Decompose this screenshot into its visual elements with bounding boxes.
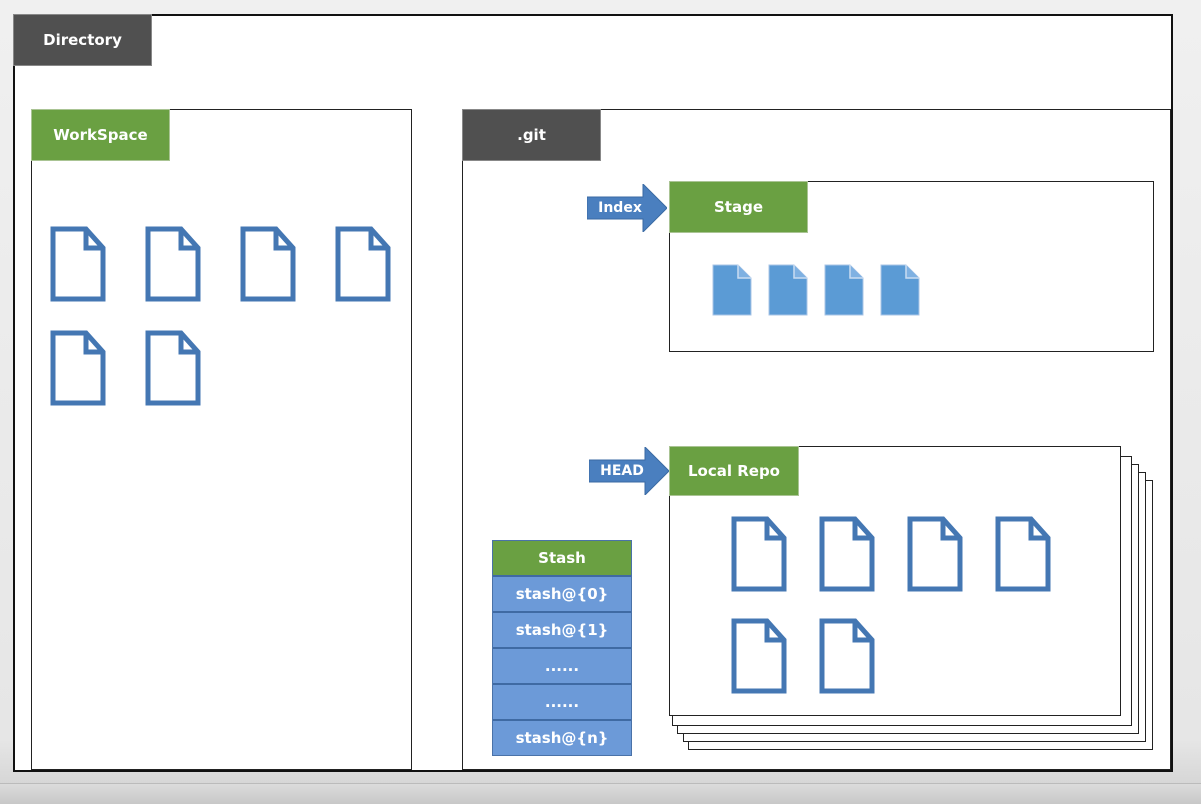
file-outline-icon — [240, 226, 296, 302]
stash-entry[interactable]: stash@{1} — [493, 611, 631, 647]
stash-entry[interactable]: stash@{n} — [493, 719, 631, 755]
file-outline-icon — [907, 516, 963, 592]
index-pointer-label: Index — [598, 200, 642, 216]
file-outline-icon — [50, 226, 106, 302]
file-outline-icon — [731, 516, 787, 592]
file-outline-icon — [145, 226, 201, 302]
workspace-panel — [31, 109, 412, 770]
stash-header: Stash — [493, 541, 631, 575]
file-outline-icon — [145, 330, 201, 406]
local-repo-label: Local Repo — [669, 446, 799, 496]
git-label: .git — [462, 109, 601, 161]
stash-entry[interactable]: stash@{0} — [493, 575, 631, 611]
file-outline-icon — [335, 226, 391, 302]
head-arrow: HEAD — [588, 445, 670, 497]
index-arrow: Index — [586, 182, 668, 234]
file-outline-icon — [731, 618, 787, 694]
stash-list: Stash stash@{0} stash@{1} ...... ...... … — [492, 540, 632, 756]
workspace-label: WorkSpace — [31, 109, 170, 161]
file-outline-icon — [819, 516, 875, 592]
file-filled-icon — [880, 264, 920, 316]
stash-entry[interactable]: ...... — [493, 683, 631, 719]
head-pointer-label: HEAD — [600, 463, 644, 479]
file-filled-icon — [768, 264, 808, 316]
stash-entry[interactable]: ...... — [493, 647, 631, 683]
file-outline-icon — [995, 516, 1051, 592]
footer-bar — [0, 783, 1201, 804]
directory-label: Directory — [13, 14, 152, 66]
file-outline-icon — [50, 330, 106, 406]
file-outline-icon — [819, 618, 875, 694]
file-filled-icon — [712, 264, 752, 316]
file-filled-icon — [824, 264, 864, 316]
stage-label: Stage — [669, 181, 808, 233]
